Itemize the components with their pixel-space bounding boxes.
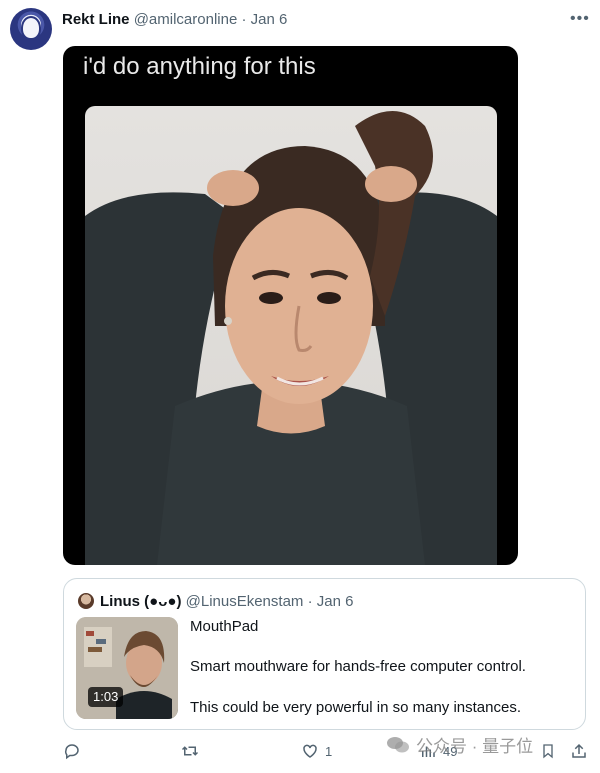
quoted-tweet-header: Linus (●ᴗ●) @LinusEkenstam · Jan 6: [100, 592, 353, 612]
quoted-author-display-name[interactable]: Linus (●ᴗ●): [100, 593, 181, 610]
media-caption: i'd do anything for this: [83, 53, 316, 80]
bookmark-icon: [543, 744, 553, 759]
views-button[interactable]: 49: [419, 742, 457, 760]
quoted-tweet-line2: This could be very powerful in so many i…: [190, 699, 521, 716]
media-photo[interactable]: [85, 106, 497, 565]
tweet-media[interactable]: i'd do anything for this: [63, 46, 518, 565]
avatar-face: [21, 16, 41, 40]
heart-icon: [303, 744, 317, 758]
share-button[interactable]: [570, 742, 588, 760]
reply-icon: [64, 744, 79, 760]
quoted-tweet-date[interactable]: Jan 6: [317, 593, 354, 610]
more-options-icon[interactable]: •••: [570, 10, 590, 28]
tweet-author-avatar[interactable]: [10, 8, 52, 50]
quoted-video-thumbnail[interactable]: 1:03: [76, 617, 178, 719]
share-icon: [572, 743, 586, 758]
retweet-button[interactable]: [180, 742, 200, 760]
video-duration-badge: 1:03: [88, 687, 124, 707]
tweet-date[interactable]: Jan 6: [251, 11, 288, 28]
author-display-name[interactable]: Rekt Line: [62, 11, 130, 28]
like-button[interactable]: 1: [301, 742, 332, 760]
views-count: 49: [443, 743, 458, 759]
like-count: 1: [325, 743, 333, 759]
quoted-tweet-card[interactable]: Linus (●ᴗ●) @LinusEkenstam · Jan 6 1:03 …: [63, 578, 586, 730]
author-handle[interactable]: @amilcaronline: [134, 11, 238, 28]
quoted-header-separator: ·: [307, 593, 313, 610]
quoted-author-avatar[interactable]: [78, 593, 94, 609]
quoted-tweet-title: MouthPad: [190, 618, 259, 635]
photo-illustration: [85, 111, 497, 565]
quoted-tweet-line1: Smart mouthware for hands-free computer …: [190, 658, 526, 675]
header-separator: ·: [241, 11, 247, 28]
quoted-author-handle[interactable]: @LinusEkenstam: [186, 593, 304, 610]
views-icon: [422, 746, 435, 757]
retweet-icon: [181, 746, 199, 756]
tweet-action-bar: 1 49: [0, 742, 600, 766]
reply-button[interactable]: [63, 742, 81, 760]
tweet-header: Rekt Line @amilcaronline · Jan 6: [62, 10, 287, 30]
bookmark-button[interactable]: [540, 742, 556, 760]
